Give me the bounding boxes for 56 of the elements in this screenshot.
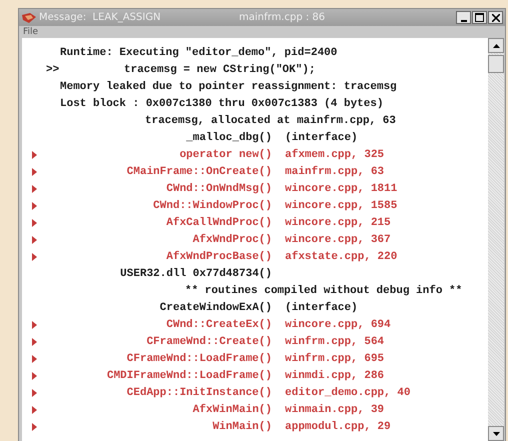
source-location: wincore.cpp, 694	[285, 318, 391, 330]
source-location: mainfrm.cpp, 63	[285, 166, 384, 178]
source-location: afxstate.cpp, 220	[285, 250, 398, 262]
output-line: tracemsg = new CString("OK");	[124, 64, 316, 76]
source-location: wincore.cpp, 1811	[285, 182, 398, 194]
source-location: winfrm.cpp, 564	[285, 336, 384, 348]
function-name: CMainFrame::OnCreate()	[126, 166, 272, 178]
function-name: AfxCallWndProc()	[165, 216, 272, 228]
source-location: winmdi.cpp, 286	[285, 370, 384, 382]
source-location: appmodul.cpp, 29	[285, 420, 391, 432]
function-name: operator new()	[178, 148, 272, 160]
function-name: CEdApp::InitInstance()	[126, 386, 272, 398]
scroll-thumb[interactable]	[488, 55, 504, 73]
scroll-down-button[interactable]	[488, 426, 504, 441]
function-name: CreateWindowExA()	[158, 302, 272, 314]
maximize-button[interactable]	[472, 11, 487, 24]
close-button[interactable]	[488, 11, 503, 24]
minimize-icon	[460, 20, 466, 22]
menu-item[interactable]: File	[23, 27, 38, 37]
minimize-button[interactable]	[456, 11, 471, 24]
source-location: winfrm.cpp, 695	[285, 352, 384, 364]
marker-text: >>	[46, 64, 60, 76]
output-line: Memory leaked due to pointer reassignment: tracemsg	[60, 80, 397, 92]
function-name: _malloc_dbg()	[185, 132, 272, 144]
function-name: CFrameWnd::LoadFrame()	[126, 352, 272, 364]
output-line: tracemsg, allocated at mainfrm.cpp, 63	[145, 114, 396, 126]
down-arrow-icon	[492, 432, 500, 436]
source-location: (interface)	[285, 132, 358, 144]
file-reference: mainfrm.cpp : 86	[239, 12, 326, 23]
source-location: wincore.cpp, 1585	[285, 200, 398, 212]
output-line: Lost block : 0x007c1380 thru 0x007c1383 (4 bytes)	[60, 98, 384, 110]
function-name: AfxWndProc()	[192, 234, 272, 246]
source-location: (interface)	[285, 302, 358, 314]
function-name: CWnd::OnWndMsg()	[165, 182, 272, 194]
source-location: wincore.cpp, 367	[285, 234, 391, 246]
output-line: Runtime: Executing "editor_demo", pid=2400	[60, 46, 338, 58]
function-name: CWnd::CreateEx()	[165, 318, 272, 330]
app-icon	[21, 12, 37, 24]
function-name: AfxWinMain()	[192, 404, 272, 416]
source-location: afxmem.cpp, 325	[285, 148, 384, 160]
function-name: USER32.dll 0x77d48734()	[119, 268, 272, 280]
source-location: winmain.cpp, 39	[285, 404, 384, 416]
source-location: wincore.cpp, 215	[285, 216, 391, 228]
up-arrow-icon	[492, 44, 500, 48]
function-name: CWnd::WindowProc()	[152, 200, 272, 212]
note-line: ** routines compiled without debug info **	[185, 284, 462, 296]
window-title: Message: LEAK_ASSIGN	[39, 12, 162, 23]
function-name: AfxWndProcBase()	[165, 250, 272, 262]
scroll-up-button[interactable]	[488, 38, 504, 53]
function-name: CMDIFrameWnd::LoadFrame()	[106, 370, 272, 382]
close-icon	[492, 14, 500, 22]
function-name: WinMain()	[212, 420, 272, 432]
source-location: editor_demo.cpp, 40	[285, 386, 410, 398]
function-name: CFrameWnd::Create()	[146, 336, 272, 348]
maximize-icon	[475, 13, 484, 22]
scrollbar[interactable]	[488, 38, 504, 441]
